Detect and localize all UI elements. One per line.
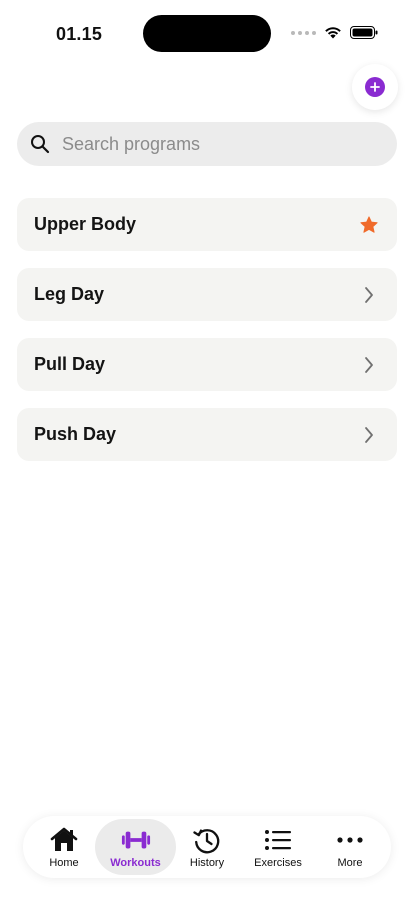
chevron-right-icon xyxy=(358,284,380,306)
dynamic-island xyxy=(143,15,271,52)
program-row-upper-body[interactable]: Upper Body xyxy=(17,198,397,251)
tab-home[interactable]: Home xyxy=(25,819,103,875)
search-bar[interactable] xyxy=(17,122,397,166)
program-row-push-day[interactable]: Push Day xyxy=(17,408,397,461)
tab-label: History xyxy=(189,856,225,869)
program-list: Upper Body Leg Day Pull Day Push Day xyxy=(17,198,397,478)
tab-label: Workouts xyxy=(110,856,161,869)
program-name: Pull Day xyxy=(34,354,106,374)
tab-more[interactable]: More xyxy=(311,819,389,875)
tab-bar: Home Workouts History Exercises More xyxy=(23,816,391,878)
add-program-button[interactable] xyxy=(352,64,398,110)
status-time: 01.15 xyxy=(56,24,103,44)
chevron-right-icon xyxy=(358,424,380,446)
chevron-right-icon xyxy=(358,354,380,376)
home-icon xyxy=(49,826,79,854)
search-icon xyxy=(31,135,50,154)
wifi-icon xyxy=(325,27,341,39)
tab-exercises[interactable]: Exercises xyxy=(239,819,317,875)
tab-label: Home xyxy=(49,856,79,869)
tab-history[interactable]: History xyxy=(168,819,246,875)
program-row-pull-day[interactable]: Pull Day xyxy=(17,338,397,391)
program-name: Leg Day xyxy=(34,284,105,304)
program-name: Upper Body xyxy=(34,214,137,234)
plus-circle-icon xyxy=(365,77,385,97)
battery-icon xyxy=(350,26,378,39)
tab-workouts[interactable]: Workouts xyxy=(95,819,176,875)
list-icon xyxy=(263,826,293,854)
program-row-leg-day[interactable]: Leg Day xyxy=(17,268,397,321)
dumbbell-icon xyxy=(121,826,151,854)
history-icon xyxy=(192,826,222,854)
cellular-signal-icon xyxy=(291,30,316,35)
star-icon[interactable] xyxy=(358,214,380,236)
search-input[interactable] xyxy=(60,132,364,156)
more-dots-icon xyxy=(335,826,365,854)
tab-label: More xyxy=(337,856,363,869)
status-icons xyxy=(291,26,378,39)
tab-label: Exercises xyxy=(254,856,302,869)
program-name: Push Day xyxy=(34,424,117,444)
status-bar: 01.15 xyxy=(0,0,414,64)
